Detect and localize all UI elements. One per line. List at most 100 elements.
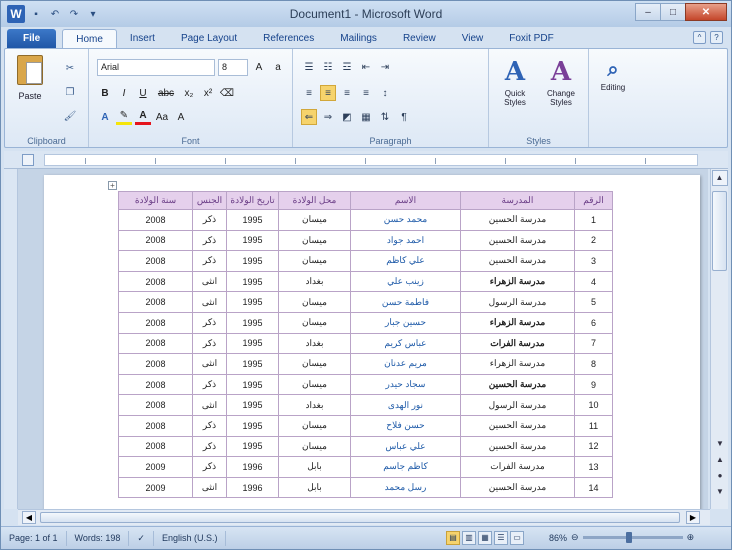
table-cell[interactable]: 1995 [226, 270, 279, 293]
table-cell[interactable]: ذكر [192, 311, 227, 334]
table-cell[interactable]: 2009 [118, 476, 193, 499]
vertical-scroll-thumb[interactable] [712, 191, 727, 271]
table-cell[interactable]: 1995 [226, 414, 279, 437]
table-cell[interactable]: 2008 [118, 229, 193, 252]
table-cell[interactable]: نور الهدى [350, 394, 461, 416]
table-cell[interactable]: 5 [574, 291, 613, 313]
table-cell[interactable]: ميسان [278, 373, 351, 396]
table-cell[interactable]: مدرسة الحسين [460, 476, 575, 499]
table-cell[interactable]: مدرسة الزهراء [460, 270, 575, 293]
horizontal-scrollbar[interactable]: ◀ ▶ [18, 509, 710, 525]
subscript-button[interactable]: x₂ [181, 85, 197, 101]
table-cell[interactable]: ذكر [192, 229, 227, 252]
table-cell[interactable]: ميسان [278, 229, 351, 252]
table-cell[interactable]: 1995 [226, 229, 279, 252]
header-cell[interactable]: الجنس [192, 191, 227, 210]
tab-home[interactable]: Home [62, 29, 117, 49]
table-cell[interactable]: 2008 [118, 291, 193, 313]
table-cell[interactable]: ذكر [192, 332, 227, 355]
decrease-indent-icon[interactable]: ⇤ [358, 59, 374, 75]
table-cell[interactable]: ذكر [192, 209, 227, 231]
zoom-slider[interactable] [582, 532, 683, 543]
table-cell[interactable]: ميسان [278, 435, 351, 458]
table-cell[interactable]: بغداد [278, 394, 351, 416]
table-cell[interactable]: فاطمة حسن [350, 291, 461, 313]
table-cell[interactable]: 2008 [118, 209, 193, 231]
scroll-down-icon[interactable]: ▼ [712, 437, 728, 451]
borders-icon[interactable]: ▦ [358, 109, 374, 125]
tab-review[interactable]: Review [390, 29, 449, 49]
full-screen-reading-icon[interactable]: ▥ [462, 531, 476, 545]
text-effects-icon[interactable]: A [97, 109, 113, 125]
font-name-field[interactable]: Arial [97, 59, 215, 76]
table-cell[interactable]: 1995 [226, 332, 279, 355]
header-cell[interactable]: المدرسة [460, 191, 575, 210]
table-cell[interactable]: 2008 [118, 414, 193, 437]
font-color-icon[interactable]: A [135, 109, 151, 125]
clear-formatting-icon[interactable]: ⌫ [219, 85, 235, 101]
align-center-icon[interactable]: ≡ [320, 85, 336, 101]
table-cell[interactable]: 8 [574, 353, 613, 375]
scroll-right-icon[interactable]: ▶ [686, 511, 700, 524]
table-cell[interactable]: ميسان [278, 250, 351, 272]
page-count[interactable]: Page: 1 of 1 [1, 530, 67, 546]
tab-foxit-pdf[interactable]: Foxit PDF [496, 29, 566, 49]
table-cell[interactable]: ذكر [192, 414, 227, 437]
word-count[interactable]: Words: 198 [67, 530, 130, 546]
table-cell[interactable]: 2008 [118, 373, 193, 396]
italic-button[interactable]: I [116, 85, 132, 101]
table-cell[interactable]: 1995 [226, 311, 279, 334]
tab-references[interactable]: References [250, 29, 327, 49]
table-cell[interactable]: مدرسة الفرات [460, 456, 575, 478]
shading-icon[interactable]: ◩ [339, 109, 355, 125]
table-cell[interactable]: 11 [574, 414, 613, 437]
table-cell[interactable]: 13 [574, 456, 613, 478]
table-cell[interactable]: 1996 [226, 476, 279, 499]
table-cell[interactable]: 2008 [118, 332, 193, 355]
table-cell[interactable]: 1995 [226, 250, 279, 272]
next-page-icon[interactable]: ▼ [712, 485, 728, 499]
line-spacing-icon[interactable]: ↕ [377, 85, 393, 101]
table-cell[interactable]: مدرسة الحسين [460, 414, 575, 437]
table-cell[interactable]: بابل [278, 476, 351, 499]
copy-icon[interactable]: ❐ [63, 85, 77, 99]
underline-button[interactable]: U [135, 85, 151, 101]
table-cell[interactable]: 1995 [226, 373, 279, 396]
table-cell[interactable]: محمد حسن [350, 209, 461, 231]
tab-page-layout[interactable]: Page Layout [168, 29, 250, 49]
change-styles-button[interactable]: A Change Styles [541, 57, 581, 117]
tab-insert[interactable]: Insert [117, 29, 168, 49]
table-cell[interactable]: 1995 [226, 209, 279, 231]
bullets-icon[interactable]: ☰ [301, 59, 317, 75]
paste-button[interactable]: Paste [13, 55, 47, 113]
table-cell[interactable]: ذكر [192, 456, 227, 478]
student-table[interactable]: الرقم المدرسة الاسم محل الولادة تاريخ ال… [118, 191, 613, 499]
table-cell[interactable]: 1995 [226, 353, 279, 375]
table-cell[interactable]: 2008 [118, 353, 193, 375]
table-cell[interactable]: كاظم جاسم [350, 456, 461, 478]
document-page[interactable]: + الرقم المدرسة الاسم محل الولادة تاريخ … [44, 175, 700, 509]
ruler-track[interactable] [44, 154, 698, 166]
table-cell[interactable]: مدرسة الرسول [460, 394, 575, 416]
table-cell[interactable]: مدرسة الفرات [460, 332, 575, 355]
table-cell[interactable]: ذكر [192, 250, 227, 272]
table-cell[interactable]: بغداد [278, 270, 351, 293]
bold-button[interactable]: B [97, 85, 113, 101]
table-cell[interactable]: 12 [574, 435, 613, 458]
table-cell[interactable]: حسن فلاح [350, 414, 461, 437]
minimize-ribbon-icon[interactable]: ^ [693, 31, 706, 44]
increase-indent-icon[interactable]: ⇥ [377, 59, 393, 75]
scroll-up-icon[interactable]: ▲ [711, 170, 728, 186]
table-cell[interactable]: 3 [574, 250, 613, 272]
format-painter-icon[interactable]: 🖌 [63, 109, 77, 123]
close-button[interactable]: ✕ [685, 3, 727, 21]
strikethrough-button[interactable]: abc [154, 85, 178, 101]
numbering-icon[interactable]: ☷ [320, 59, 336, 75]
table-cell[interactable]: 4 [574, 270, 613, 293]
help-icon[interactable]: ? [710, 31, 723, 44]
highlight-color-icon[interactable]: ✎ [116, 109, 132, 125]
zoom-out-icon[interactable]: ⊖ [571, 532, 579, 543]
superscript-button[interactable]: x² [200, 85, 216, 101]
table-cell[interactable]: عباس كريم [350, 332, 461, 355]
web-layout-icon[interactable]: ▦ [478, 531, 492, 545]
